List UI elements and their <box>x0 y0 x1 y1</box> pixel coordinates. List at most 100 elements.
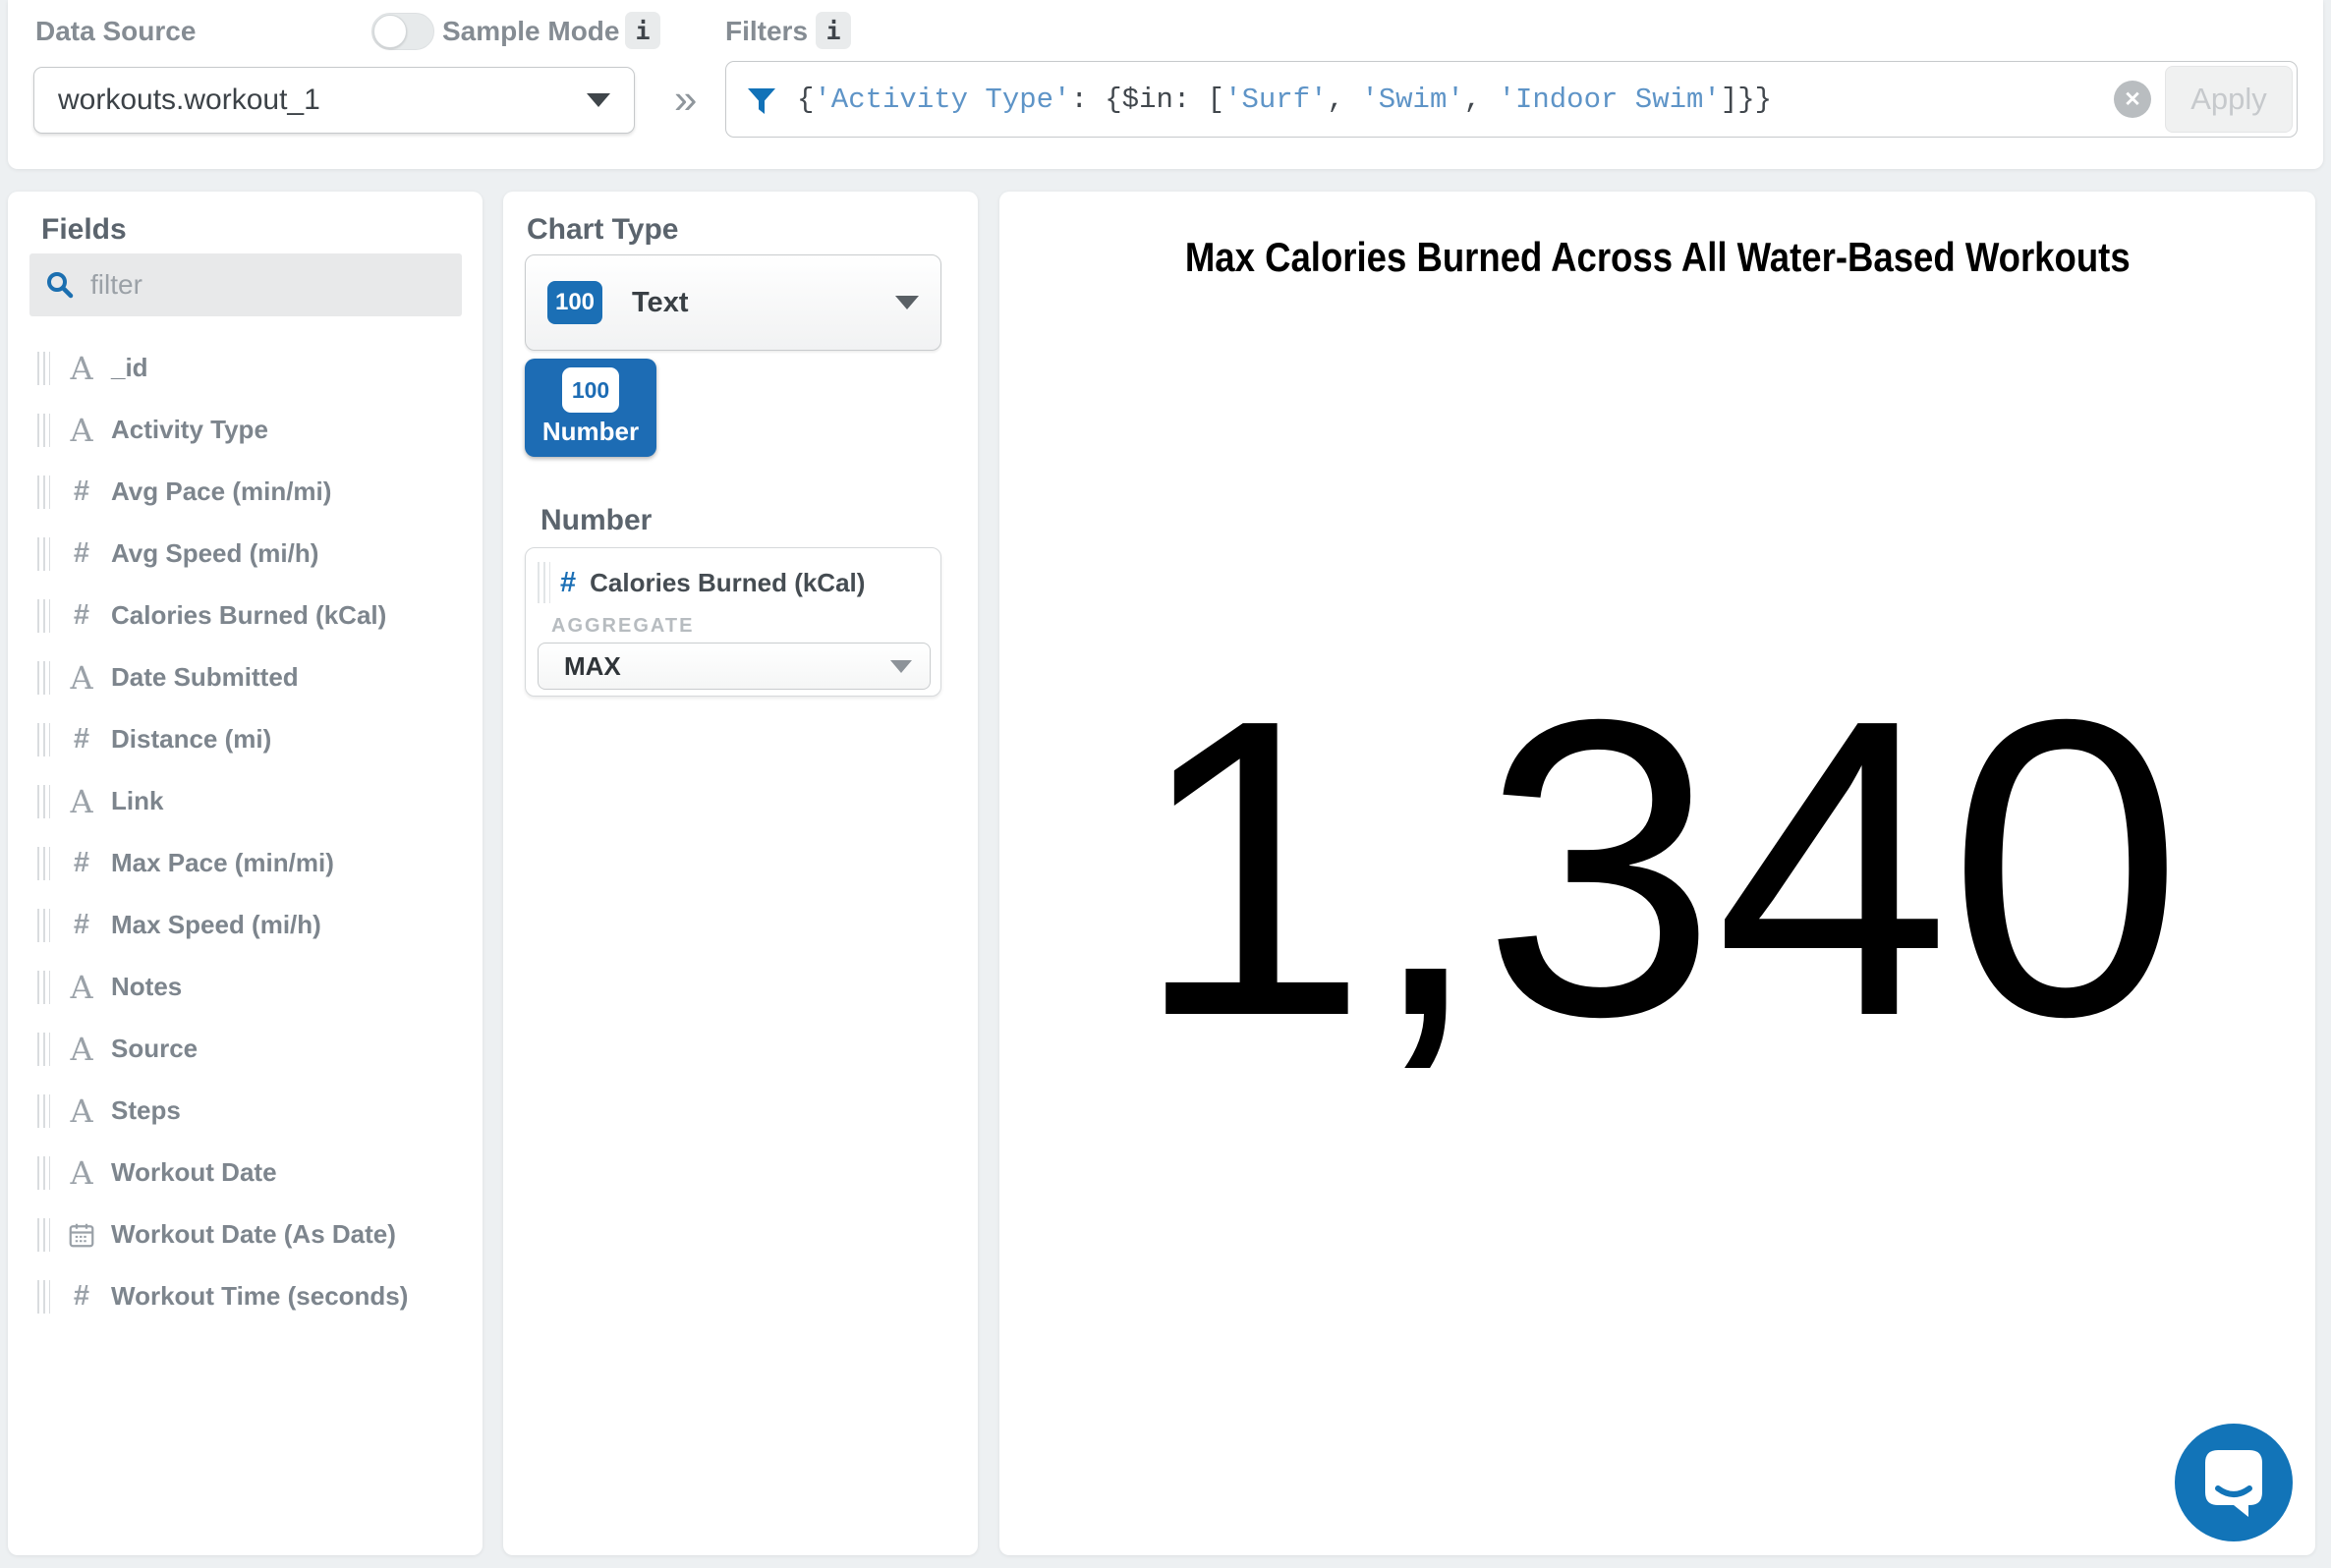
field-label: Calories Burned (kCal) <box>111 600 386 631</box>
chart-preview-title: Max Calories Burned Across All Water-Bas… <box>999 234 2315 281</box>
field-label: Source <box>111 1034 198 1064</box>
field-type-icon: A # <box>60 477 103 506</box>
field-label: Link <box>111 786 163 816</box>
field-row[interactable]: A # Notes <box>8 956 483 1018</box>
aggregate-value: MAX <box>564 651 890 682</box>
sample-mode-label: Sample Mode <box>442 16 619 47</box>
field-row[interactable]: A # Workout Date <box>8 1142 483 1204</box>
chart-preview-panel: Max Calories Burned Across All Water-Bas… <box>999 192 2315 1555</box>
field-label: Workout Date (As Date) <box>111 1219 396 1250</box>
top-bar: Data Source Sample Mode i workouts.worko… <box>8 0 2323 169</box>
field-type-icon: A # <box>60 1220 103 1250</box>
field-type-icon: A # <box>60 415 103 446</box>
drag-handle[interactable] <box>37 476 50 509</box>
apply-filter-button[interactable]: Apply <box>2165 66 2293 133</box>
number-subtype-label: Number <box>542 417 639 447</box>
drag-handle[interactable] <box>37 1218 50 1252</box>
number-type-icon: # <box>560 567 576 599</box>
drag-handle[interactable] <box>37 785 50 818</box>
drag-handle[interactable] <box>538 562 550 603</box>
string-type-icon: A <box>70 972 92 1003</box>
field-label: Avg Speed (mi/h) <box>111 538 318 569</box>
field-row[interactable]: A # Date Submitted <box>8 646 483 708</box>
drag-handle[interactable] <box>37 971 50 1004</box>
drag-handle[interactable] <box>37 537 50 571</box>
text-chart-icon: 100 <box>547 281 602 324</box>
intercom-chat-launcher[interactable] <box>2175 1424 2293 1541</box>
chevron-down-icon <box>890 660 912 673</box>
sample-mode-info-icon[interactable]: i <box>625 12 660 49</box>
chart-type-select[interactable]: 100 Text <box>525 254 941 351</box>
drag-handle[interactable] <box>37 661 50 695</box>
drag-handle[interactable] <box>37 599 50 633</box>
field-row[interactable]: A # Activity Type <box>8 399 483 461</box>
field-label: Avg Pace (min/mi) <box>111 476 331 507</box>
drag-handle[interactable] <box>37 909 50 942</box>
aggregate-label: AGGREGATE <box>551 615 694 638</box>
clear-filter-button[interactable]: ✕ <box>2114 81 2151 118</box>
collapse-panel-button[interactable]: » <box>674 79 697 120</box>
fields-search-input[interactable] <box>90 269 446 301</box>
drag-handle[interactable] <box>37 414 50 447</box>
drag-handle[interactable] <box>37 1033 50 1066</box>
field-row[interactable]: A # Calories Burned (kCal) <box>8 585 483 646</box>
field-row[interactable]: A # Max Pace (min/mi) <box>8 832 483 894</box>
encoded-field-name: Calories Burned (kCal) <box>590 568 865 598</box>
filters-info-icon[interactable]: i <box>816 12 851 49</box>
toggle-knob <box>373 15 407 48</box>
drag-handle[interactable] <box>37 352 50 385</box>
number-type-icon: # <box>74 725 89 754</box>
string-type-icon: A <box>70 415 92 446</box>
field-type-icon: A # <box>60 601 103 630</box>
filter-query-code: {'Activity Type': {$in: ['Surf', 'Swim',… <box>797 84 1772 116</box>
data-source-label: Data Source <box>35 16 196 47</box>
drag-handle[interactable] <box>37 847 50 880</box>
number-type-icon: # <box>74 1282 89 1311</box>
encoded-field-row[interactable]: # Calories Burned (kCal) <box>538 562 865 603</box>
aggregate-select[interactable]: MAX <box>538 643 931 690</box>
drag-handle[interactable] <box>37 1156 50 1190</box>
field-row[interactable]: A # Avg Pace (min/mi) <box>8 461 483 523</box>
string-type-icon: A <box>70 662 92 694</box>
field-type-icon: A # <box>60 1282 103 1311</box>
drag-handle[interactable] <box>37 723 50 756</box>
string-type-icon: A <box>70 786 92 817</box>
drag-handle[interactable] <box>37 1094 50 1128</box>
field-row[interactable]: A # _id <box>8 337 483 399</box>
field-type-icon: A # <box>60 662 103 694</box>
field-type-icon: A # <box>60 1034 103 1065</box>
data-source-select[interactable]: workouts.workout_1 <box>33 67 635 134</box>
drag-handle[interactable] <box>37 1280 50 1314</box>
filter-funnel-icon <box>746 85 777 117</box>
fields-search-box[interactable] <box>29 253 462 316</box>
field-row[interactable]: A # Max Speed (mi/h) <box>8 894 483 956</box>
number-type-icon: # <box>74 477 89 506</box>
chart-type-panel: Chart Type 100 Text 100 Number Number # … <box>503 192 978 1555</box>
fields-panel-title: Fields <box>41 213 127 247</box>
number-type-icon: # <box>74 849 89 877</box>
field-row[interactable]: A # Steps <box>8 1080 483 1142</box>
number-subtype-tile[interactable]: 100 Number <box>525 359 656 457</box>
search-icon <box>45 270 75 300</box>
chevron-down-icon <box>587 93 610 107</box>
filters-label: Filters <box>725 16 808 47</box>
field-row[interactable]: A # Source <box>8 1018 483 1080</box>
field-type-icon: A # <box>60 849 103 877</box>
field-type-icon: A # <box>60 725 103 754</box>
string-type-icon: A <box>70 1095 92 1127</box>
field-label: Max Pace (min/mi) <box>111 848 334 878</box>
number-encoding-title: Number <box>540 504 652 537</box>
field-row[interactable]: A # Workout Date (As Date) <box>8 1204 483 1265</box>
field-label: Max Speed (mi/h) <box>111 910 321 940</box>
field-row[interactable]: A # Avg Speed (mi/h) <box>8 523 483 585</box>
filter-query-input[interactable]: {'Activity Type': {$in: ['Surf', 'Swim',… <box>725 61 2298 138</box>
field-label: Activity Type <box>111 415 268 445</box>
field-type-icon: A # <box>60 539 103 568</box>
field-label: Distance (mi) <box>111 724 271 755</box>
field-row[interactable]: A # Distance (mi) <box>8 708 483 770</box>
field-type-icon: A # <box>60 972 103 1003</box>
field-row[interactable]: A # Link <box>8 770 483 832</box>
field-row[interactable]: A # Workout Time (seconds) <box>8 1265 483 1327</box>
sample-mode-toggle[interactable] <box>371 13 434 50</box>
field-type-icon: A # <box>60 1095 103 1127</box>
